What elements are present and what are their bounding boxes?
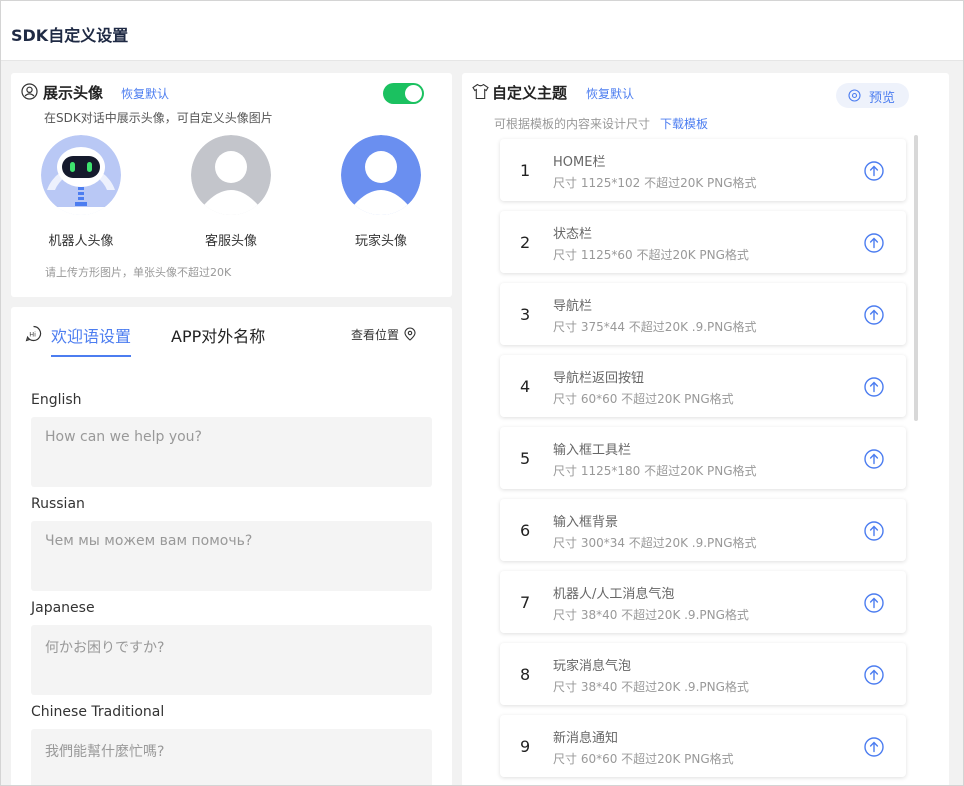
theme-item-number: 8 [520,665,531,684]
upload-icon[interactable] [864,305,884,325]
custom-theme-panel: 自定义主题 恢复默认 预览 可根据模板的内容来设计尺寸 下载模板 1 HOME栏尺… [462,73,949,785]
english-label: English [31,392,82,408]
svg-text:Hi: Hi [29,331,36,339]
page-title: SDK自定义设置 [11,26,129,45]
theme-section-title: 自定义主题 [492,84,568,102]
preview-label: 预览 [869,91,896,106]
theme-item-name: 机器人/人工消息气泡 [553,587,675,602]
chinese-traditional-welcome-input[interactable]: 我們能幫什麼忙嗎? [31,729,432,785]
theme-item-spec: 尺寸 60*60 不超过20K PNG格式 [553,392,734,406]
theme-item-spec: 尺寸 1125*180 不超过20K PNG格式 [553,464,757,478]
avatar-settings-panel: 展示头像 恢复默认 在SDK对话中展示头像，可自定义头像图片 机器人头像 客服头… [11,73,452,297]
upload-icon[interactable] [864,449,884,469]
theme-item-number: 1 [520,161,531,180]
theme-item: 9 新消息通知尺寸 60*60 不超过20K PNG格式 [500,715,906,777]
theme-item: 3 导航栏尺寸 375*44 不超过20K .9.PNG格式 [500,283,906,345]
player-avatar-label: 玩家头像 [354,234,407,249]
theme-item: 6 输入框背景尺寸 300*34 不超过20K .9.PNG格式 [500,499,906,561]
theme-item-spec: 尺寸 1125*60 不超过20K PNG格式 [553,248,749,262]
download-template-link[interactable]: 下载模板 [660,115,708,132]
toggle-knob [405,85,422,102]
theme-item-name: HOME栏 [553,155,606,170]
location-pin-icon [403,326,417,341]
shirt-icon [472,83,489,100]
theme-item-name: 新消息通知 [553,731,619,746]
theme-item-name: 玩家消息气泡 [553,659,632,674]
theme-item-number: 3 [520,305,531,324]
russian-welcome-input[interactable]: Чем мы можем вам помочь? [31,521,432,591]
theme-item: 5 输入框工具栏尺寸 1125*180 不超过20K PNG格式 [500,427,906,489]
theme-reset-link[interactable]: 恢复默认 [586,85,634,102]
theme-item: 1 HOME栏尺寸 1125*102 不超过20K PNG格式 [500,139,906,201]
japanese-label: Japanese [31,600,95,616]
theme-item-spec: 尺寸 60*60 不超过20K PNG格式 [553,752,734,766]
avatar-upload-hint: 请上传方形图片，单张头像不超过20K [45,266,232,279]
russian-label: Russian [31,496,85,512]
hi-bubble-icon: Hi [25,325,42,342]
theme-item-number: 4 [520,377,531,396]
user-circle-icon [21,83,38,100]
theme-item-spec: 尺寸 300*34 不超过20K .9.PNG格式 [553,536,757,550]
upload-icon[interactable] [864,521,884,541]
robot-avatar-icon [41,135,121,215]
agent-avatar-icon [191,135,271,215]
upload-icon[interactable] [864,377,884,397]
app-window: SDK自定义设置 展示头像 恢复默认 在SDK对话中展示头像，可自定义头像图片 [0,0,964,786]
upload-icon[interactable] [864,665,884,685]
theme-item-number: 2 [520,233,531,252]
theme-description: 可根据模板的内容来设计尺寸 [494,117,651,131]
view-position-link[interactable]: 查看位置 [351,326,399,343]
theme-item-spec: 尺寸 38*40 不超过20K .9.PNG格式 [553,608,749,622]
agent-avatar[interactable] [191,135,271,215]
english-welcome-input[interactable]: How can we help you? [31,417,432,487]
upload-icon[interactable] [864,737,884,757]
robot-avatar-label: 机器人头像 [48,234,114,249]
page-header: SDK自定义设置 [1,1,963,61]
show-avatar-toggle[interactable] [383,83,424,104]
agent-avatar-label: 客服头像 [204,234,257,249]
avatar-reset-link[interactable]: 恢复默认 [121,85,169,102]
theme-item-name: 导航栏返回按钮 [553,371,645,386]
theme-item-spec: 尺寸 375*44 不超过20K .9.PNG格式 [553,320,757,334]
japanese-welcome-input[interactable]: 何かお困りですか? [31,625,432,695]
theme-item-name: 导航栏 [553,299,593,314]
avatar-section-title: 展示头像 [43,84,104,102]
robot-avatar[interactable] [41,135,121,215]
theme-item: 2 状态栏尺寸 1125*60 不超过20K PNG格式 [500,211,906,273]
theme-item: 7 机器人/人工消息气泡尺寸 38*40 不超过20K .9.PNG格式 [500,571,906,633]
theme-item-number: 6 [520,521,531,540]
preview-button[interactable]: 预览 [836,83,909,108]
eye-icon [848,89,861,102]
theme-item-number: 5 [520,449,531,468]
theme-item: 4 导航栏返回按钮尺寸 60*60 不超过20K PNG格式 [500,355,906,417]
theme-item-name: 状态栏 [553,227,593,242]
theme-item-list: 1 HOME栏 尺寸 1125*102 不超过20K PNG格式 2 状态栏 尺寸 112… [500,139,906,785]
active-tab-indicator [51,355,131,357]
theme-item: 8 玩家消息气泡尺寸 38*40 不超过20K .9.PNG格式 [500,643,906,705]
player-avatar-icon [341,135,421,215]
upload-icon[interactable] [864,593,884,613]
welcome-settings-panel: Hi 欢迎语设置 APP对外名称 查看位置 English How can we… [11,307,452,785]
upload-icon[interactable] [864,233,884,253]
chinese-traditional-label: Chinese Traditional [31,704,165,720]
theme-item-name: 输入框工具栏 [553,443,632,458]
avatar-description: 在SDK对话中展示头像，可自定义头像图片 [44,111,273,125]
upload-icon[interactable] [864,161,884,181]
player-avatar[interactable] [341,135,421,215]
tab-welcome-message[interactable]: 欢迎语设置 [51,323,131,347]
theme-item-name: 输入框背景 [553,515,619,530]
theme-item-spec: 尺寸 1125*102 不超过20K PNG格式 [553,176,757,190]
tab-app-name[interactable]: APP对外名称 [171,323,265,347]
theme-item-number: 9 [520,737,531,756]
theme-item-number: 7 [520,593,531,612]
theme-list-scrollbar[interactable] [914,135,918,421]
theme-item-spec: 尺寸 38*40 不超过20K .9.PNG格式 [553,680,749,694]
